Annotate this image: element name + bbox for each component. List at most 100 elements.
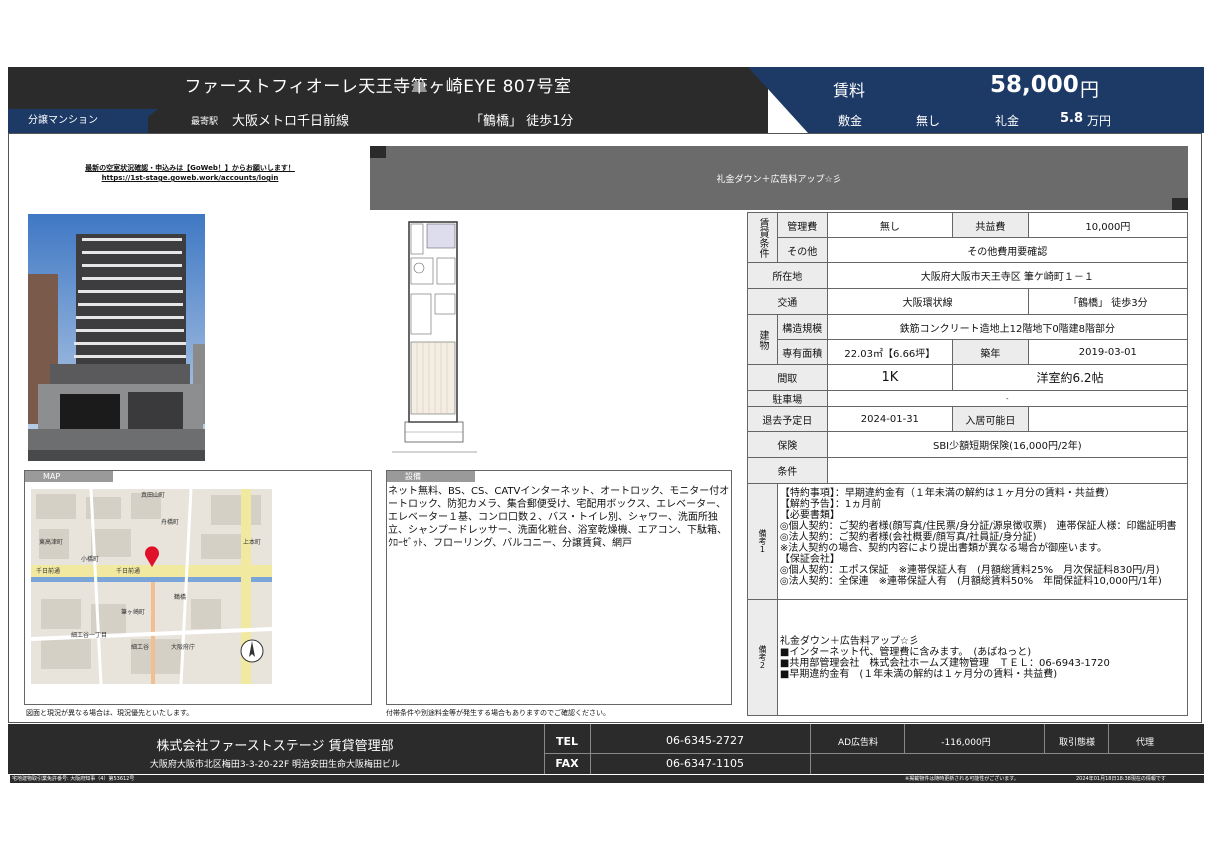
remarks1-line: 【特約事項】：早期違約金有（１年未満の解約は１ヶ月分の賃料・共益費）	[779, 488, 1115, 499]
facilities-text: ネット無料、BS、CS、CATVインターネット、オートロック、モニター付オートロ…	[388, 486, 730, 549]
goweb-notice[interactable]: 最新の空室状況確認・申込みは【GoWeb！】からお願いします！ https://…	[60, 163, 320, 183]
key-money-value: 5.8	[1060, 111, 1084, 126]
other-value: その他費用要確認	[826, 237, 1189, 263]
other-label: その他	[776, 237, 828, 263]
deposit-value: 無し	[916, 114, 941, 128]
building-label: 建物	[747, 314, 778, 365]
transaction-mode-value: 代理	[1135, 738, 1154, 748]
address-label: 所在地	[747, 262, 828, 289]
property-title: ファーストフィオーレ天王寺筆ヶ崎EYE 807号室	[184, 77, 572, 97]
map-label: 千日前通	[36, 567, 60, 575]
insurance-label: 保険	[747, 431, 828, 458]
structure-label: 構造規模	[776, 314, 828, 340]
mgmt-value: 無し	[826, 212, 954, 238]
remarks1-line: ※法人契約の場合、契約内容により提出書類が異なる場合が御座います。	[779, 543, 1108, 554]
remarks2: 礼金ダウン＋広告料アップ☆彡 ■インターネット代、管理費に含みます。 (あばねっ…	[776, 599, 1189, 716]
property-type-tag: 分譲マンション	[8, 109, 148, 133]
promo-banner-text: 礼金ダウン＋広告料アップ☆彡	[716, 175, 842, 185]
map-label: 千日前通	[116, 567, 140, 575]
map-tag: MAP	[25, 471, 113, 482]
parking-label: 駐車場	[747, 390, 828, 407]
info-date: 2024年01月18日18:38現在の情報です	[1076, 776, 1166, 782]
remarks1: 【特約事項】：早期違約金有（１年未満の解約は１ヶ月分の賃料・共益費） 【解約予告…	[776, 483, 1189, 600]
station-line: 大阪メトロ千日前線	[232, 114, 350, 129]
company-name: 株式会社ファーストステージ 賃貸管理部	[156, 739, 394, 754]
remarks1-line: ◎個人契約：エポス保証 ※連帯保証人有 (月額総賃料25% 月次保証料830円/…	[779, 565, 1160, 576]
fax-number: 06-6347-1105	[666, 757, 744, 770]
ad-fee-label: AD広告料	[837, 738, 879, 748]
moveout-value: 2024-01-31	[826, 406, 954, 432]
access-walk: 「鶴橋」 徒歩3分	[1027, 288, 1189, 315]
map-label: 鶴橋	[174, 593, 186, 601]
remarks1-line: 【必要書類】	[779, 510, 840, 521]
remarks1-line: ◎法人契約：全保連 ※連帯保証人有 (月額総賃料50% 年間保証料10,000円…	[779, 576, 1162, 587]
goweb-link[interactable]: https://1st-stage.goweb.work/accounts/lo…	[60, 173, 320, 183]
tel-label: TEL	[555, 735, 579, 748]
tel-number[interactable]: 06-6345-2727	[600, 734, 810, 747]
update-notice: ※掲載物件は随時更新される可能性がございます。	[905, 776, 1019, 782]
map-label: 舟橋町	[161, 518, 179, 526]
remarks1-line: 【解約予告】：1ヵ月前	[779, 499, 882, 510]
key-money-label: 礼金	[995, 114, 1020, 128]
footer-divider	[904, 724, 905, 754]
footer-divider	[544, 753, 1204, 754]
footer-divider	[810, 724, 811, 774]
remarks1-line: ◎法人契約：ご契約者様(会社概要/顔写真/社員証/身分証)	[779, 532, 1037, 543]
movein-value	[1027, 406, 1189, 432]
area-map[interactable]: 真田山町 千日前通 千日前通 鶴橋 東高津町 小橋町 上本町 細工谷一丁目 細工…	[31, 489, 272, 684]
banner-corner-tl	[370, 146, 386, 158]
built-value: 2019-03-01	[1027, 339, 1189, 365]
remarks1-label: 備考1	[747, 483, 778, 600]
footer-divider	[1044, 724, 1045, 754]
remarks1-line: ◎個人契約：ご契約者様(顔写真/住民票/身分証/源泉徴収票) 連帯保証人様：印鑑…	[779, 521, 1177, 532]
map-label: 細工谷一丁目	[71, 631, 107, 639]
station-walk: 「鶴橋」 徒歩1分	[470, 114, 574, 129]
footer-divider	[1108, 724, 1109, 754]
structure-value: 鉄筋コンクリート造地上12階地下0階建8階部分	[826, 314, 1189, 340]
company-address: 大阪府大阪市北区梅田3-3-20-22F 明治安田生命大阪梅田ビル	[149, 760, 401, 770]
map-label: 真田山町	[141, 491, 165, 499]
rent-value: 58,000	[990, 72, 1079, 98]
remarks2-line: ■インターネット代、管理費に含みます。 (あばねっと)	[779, 647, 1032, 658]
layout-value: 1K	[826, 364, 954, 391]
header-notch	[748, 67, 808, 133]
conditions-value	[826, 457, 1189, 484]
layout-label: 間取	[747, 364, 828, 391]
note-map: 図面と現況が異なる場合は、現況優先といたします。	[26, 709, 194, 717]
property-type-tag-edge	[128, 109, 158, 133]
spec-table: 賃貸条件 管理費 無し 共益費 10,000円 その他 その他費用要確認 所在地…	[747, 212, 1189, 716]
mgmt-label: 管理費	[776, 212, 828, 238]
remarks2-line: ■共用部管理会社 株式会社ホームズ建物管理 ＴＥＬ：06-6943-1720	[779, 658, 1110, 669]
banner-corner-br	[1172, 198, 1188, 210]
moveout-label: 退去予定日	[747, 406, 828, 432]
parking-value: -	[826, 390, 1189, 407]
floor-plan	[387, 214, 483, 460]
remarks2-line: ■早期違約金有 (１年未満の解約は１ヶ月分の賃料・共益費)	[779, 669, 1058, 680]
map-label: 大阪府庁	[171, 643, 195, 651]
insurance-value: SBI少額短期保険(16,000円/2年)	[826, 431, 1189, 458]
deposit-label: 敷金	[838, 114, 863, 128]
remarks2-label: 備考2	[747, 599, 778, 716]
rent-terms-label: 賃貸条件	[747, 212, 778, 263]
map-label: 東高津町	[39, 538, 63, 546]
facilities-tag: 設備	[387, 471, 475, 482]
transaction-mode-label: 取引態様	[1058, 738, 1095, 748]
rent-unit: 円	[1080, 79, 1100, 101]
common-fee-value: 10,000円	[1027, 212, 1189, 238]
building-photo	[28, 214, 205, 461]
map-label: 筆ヶ崎町	[121, 608, 145, 616]
note-facilities: 付帯条件や別途料金等が発生する場合もありますのでご確認ください。	[386, 709, 610, 717]
map-label: 小橋町	[81, 555, 99, 563]
fax-label: FAX	[555, 757, 579, 770]
built-label: 築年	[952, 339, 1029, 365]
remarks1-line: 【保証会社】	[779, 554, 840, 565]
footer-divider	[590, 724, 591, 774]
goweb-notice-line1: 最新の空室状況確認・申込みは【GoWeb！】からお願いします！	[85, 164, 295, 172]
license-number: 宅地建物取引業免許番号: 大阪府知事（4）第53612号	[10, 775, 1204, 783]
movein-label: 入居可能日	[952, 406, 1029, 432]
common-fee-label: 共益費	[952, 212, 1029, 238]
rent-label: 賃料	[833, 81, 866, 100]
remarks2-line: 礼金ダウン＋広告料アップ☆彡	[779, 636, 919, 647]
key-money-unit: 万円	[1087, 114, 1112, 128]
map-label: 上本町	[243, 538, 261, 546]
